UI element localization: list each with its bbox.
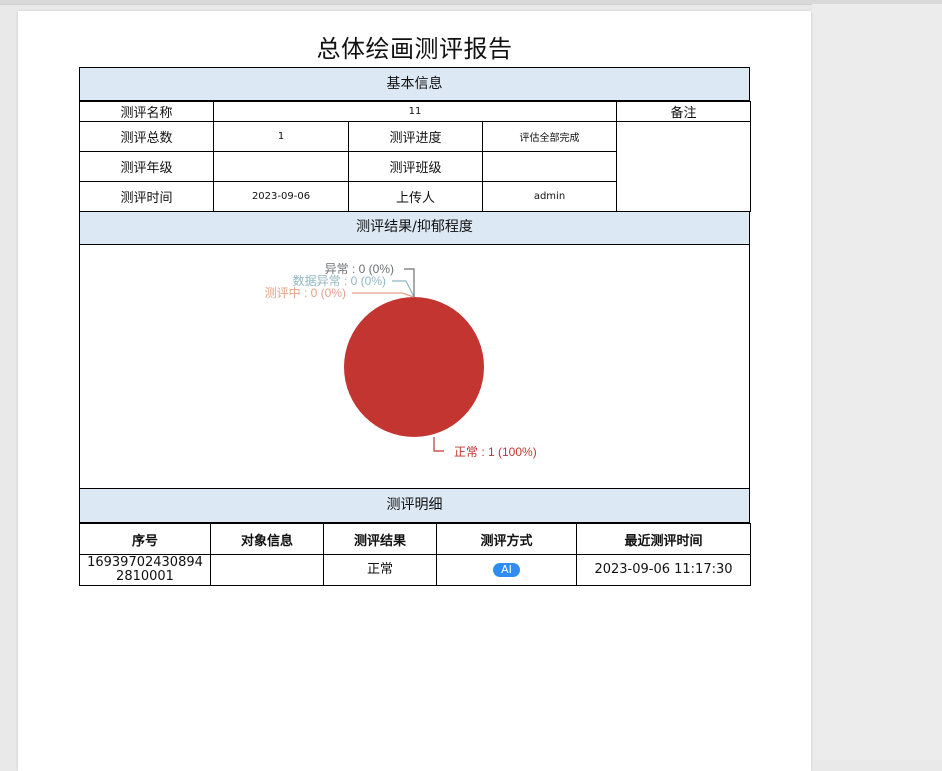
name-label: 测评名称	[79, 101, 214, 122]
remark-value	[616, 121, 751, 212]
pie-slice-0	[344, 297, 484, 437]
row-object	[210, 554, 324, 586]
time-label: 测评时间	[79, 181, 214, 212]
result-chart: 正常 : 1 (100%) 测评中 : 0 (0%) 数据异常 : 0 (0%) 异常…	[79, 245, 750, 489]
col-header-id: 序号	[79, 523, 211, 555]
row-result: 正常	[323, 554, 437, 586]
pie-label-line-1	[352, 292, 415, 298]
row-id-line1: 16939702430894	[87, 555, 203, 570]
grade-value	[213, 151, 349, 182]
ai-method-badge: AI	[493, 563, 520, 577]
pie-label-3: 异常 : 0 (0%)	[325, 262, 394, 276]
total-label: 测评总数	[79, 121, 214, 152]
table-row: 16939702430894 2810001 正常 AI 2023-09-06 …	[79, 554, 751, 586]
col-header-time: 最近测评时间	[576, 523, 751, 555]
viewer-top-bar	[0, 0, 942, 5]
pie-label-line-0	[433, 437, 444, 452]
row-method: AI	[436, 554, 577, 586]
report-page: 总体绘画测评报告 基本信息 测评名称 11 备注 测评总数 1 测评进度 评估全…	[18, 11, 811, 771]
col-header-object: 对象信息	[210, 523, 324, 555]
row-time: 2023-09-06 11:17:30	[576, 554, 751, 586]
basic-info-header: 基本信息	[79, 67, 750, 101]
basic-info-table: 测评名称 11 备注 测评总数 1 测评进度 评估全部完成 测评年级 测评班级 …	[79, 101, 751, 212]
progress-label: 测评进度	[348, 121, 483, 152]
report-title: 总体绘画测评报告	[316, 35, 513, 63]
pie-label-0: 正常 : 1 (100%)	[454, 445, 537, 459]
remark-label: 备注	[616, 101, 751, 122]
total-value: 1	[213, 121, 349, 152]
pie-chart-svg: 正常 : 1 (100%)测评中 : 0 (0%)数据异常 : 0 (0%)异常…	[265, 262, 537, 459]
class-label: 测评班级	[348, 151, 483, 182]
result-section-header: 测评结果/抑郁程度	[79, 212, 750, 245]
report-sheet: 基本信息 测评名称 11 备注 测评总数 1 测评进度 评估全部完成 测评年级 …	[79, 67, 751, 586]
uploader-value: admin	[482, 181, 617, 212]
col-header-method: 测评方式	[436, 523, 577, 555]
class-value	[482, 151, 617, 182]
pie-label-line-2	[392, 280, 415, 298]
progress-value: 评估全部完成	[482, 121, 617, 152]
grade-label: 测评年级	[79, 151, 214, 182]
viewer-background	[812, 4, 942, 760]
detail-section-header: 测评明细	[79, 489, 750, 523]
uploader-label: 上传人	[348, 181, 483, 212]
detail-table: 序号 对象信息 测评结果 测评方式 最近测评时间 16939702430894 …	[79, 523, 751, 586]
row-id: 16939702430894 2810001	[79, 554, 211, 586]
col-header-result: 测评结果	[323, 523, 437, 555]
time-value: 2023-09-06	[213, 181, 349, 212]
row-id-line2: 2810001	[116, 569, 174, 584]
name-value: 11	[213, 101, 617, 122]
